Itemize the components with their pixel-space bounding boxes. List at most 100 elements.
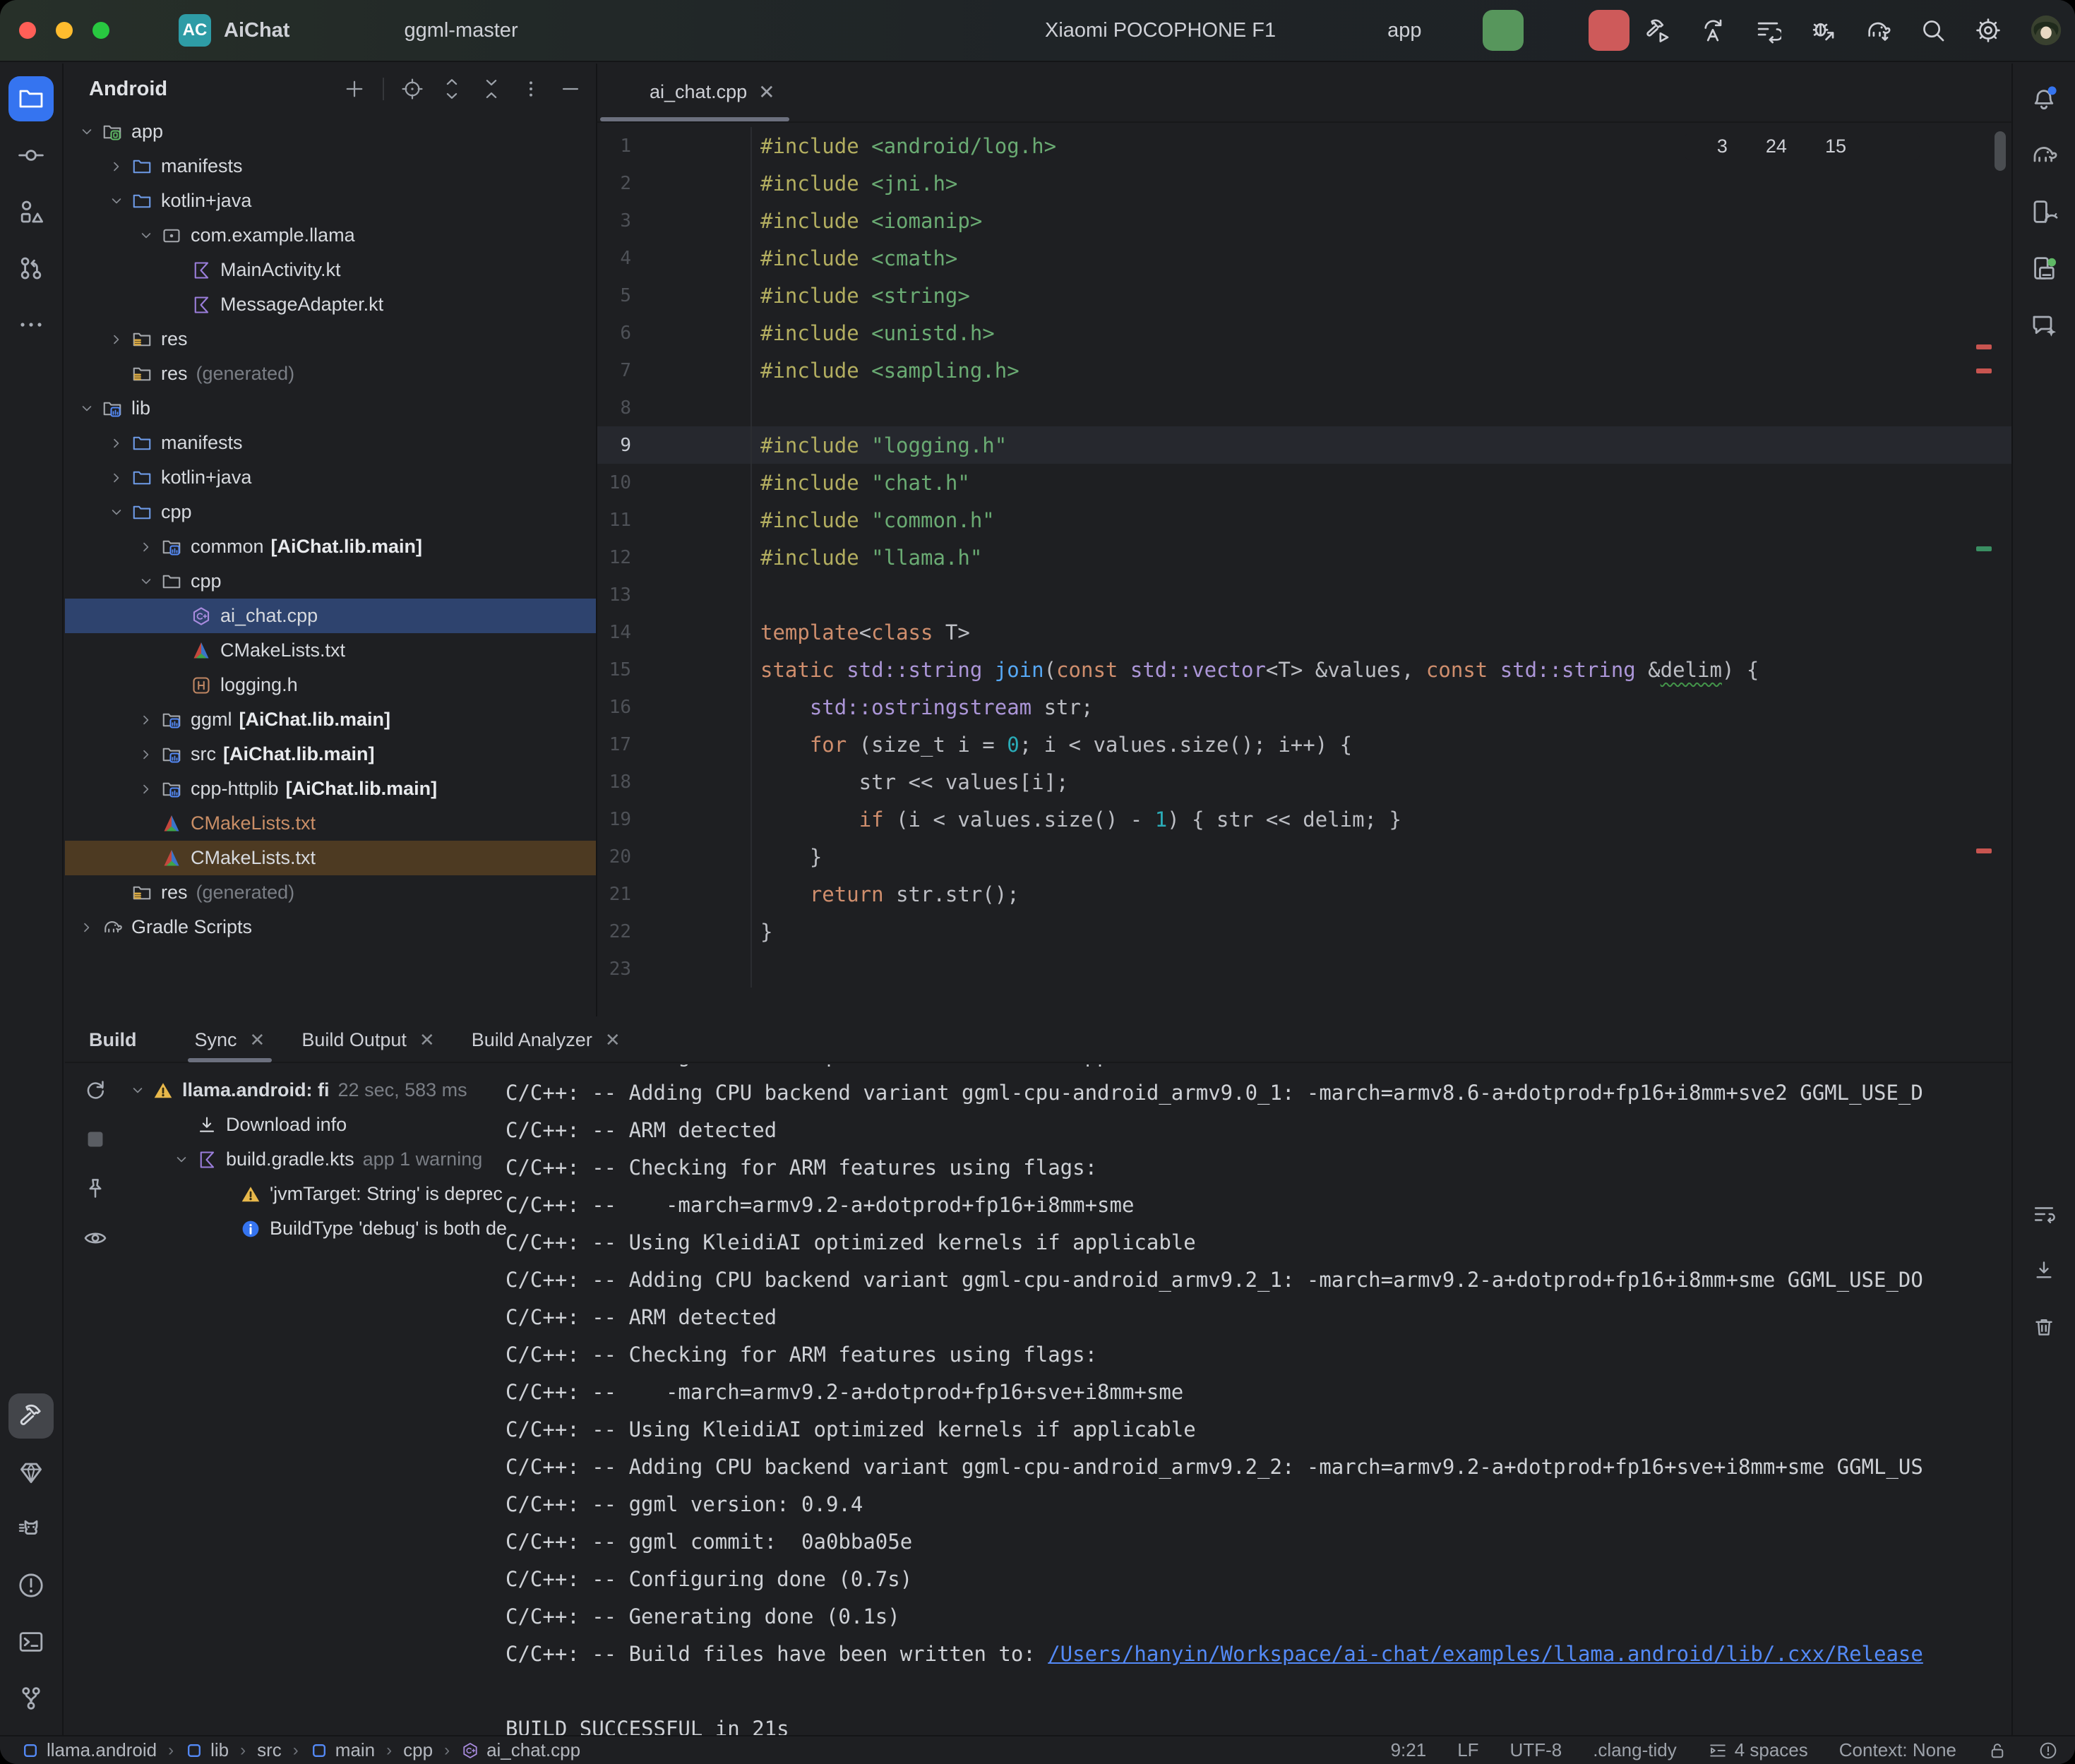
hide-panel-button[interactable]: [559, 78, 582, 100]
chevron-right-icon[interactable]: [76, 919, 97, 936]
code-line-2[interactable]: 2#include <jni.h>: [597, 164, 2011, 202]
tree-item-common[interactable]: common[AiChat.lib.main]: [65, 529, 596, 564]
tool-stripe-gemini[interactable]: [2021, 302, 2067, 347]
code-line-12[interactable]: 12#include "llama.h": [597, 539, 2011, 576]
debug-button[interactable]: [1542, 16, 1570, 44]
build-tab-build-analyzer[interactable]: Build Analyzer✕: [453, 1017, 639, 1062]
tree-item-manifests[interactable]: manifests: [65, 426, 596, 460]
prev-problem-button[interactable]: [1862, 138, 1880, 156]
tool-stripe-scroll-to-end[interactable]: [2021, 1248, 2067, 1293]
collapse-all-button[interactable]: [480, 78, 503, 100]
tool-stripe-structure[interactable]: [8, 189, 54, 234]
avatar[interactable]: [2030, 14, 2062, 47]
minimize-button[interactable]: [56, 22, 73, 39]
tool-stripe-project[interactable]: [8, 76, 54, 121]
close-tab-icon[interactable]: ✕: [419, 1029, 435, 1051]
chevron-down-icon[interactable]: [106, 193, 127, 210]
tool-stripe-build[interactable]: [8, 1393, 54, 1439]
project-selector[interactable]: AiChat: [224, 19, 318, 42]
tool-stripe-pull-requests[interactable]: [8, 246, 54, 291]
code-line-15[interactable]: 15static std::string join(const std::vec…: [597, 651, 2011, 688]
tree-item-res[interactable]: res: [65, 322, 596, 356]
status-context[interactable]: Context: None: [1839, 1739, 1956, 1761]
tree-item-src[interactable]: src[AiChat.lib.main]: [65, 737, 596, 772]
chevron-down-icon[interactable]: [76, 124, 97, 140]
code-line-9[interactable]: 9#include "logging.h": [597, 426, 2011, 464]
chevron-right-icon[interactable]: [136, 712, 157, 728]
chevron-right-icon[interactable]: [136, 781, 157, 798]
code-line-19[interactable]: 19 if (i < values.size() - 1) { str << d…: [597, 800, 2011, 838]
tree-item-cpp[interactable]: cpp: [65, 495, 596, 529]
error-stripe-mark[interactable]: [1976, 344, 1992, 349]
code-line-22[interactable]: 22}: [597, 913, 2011, 950]
tree-item-mainactivity-kt[interactable]: MainActivity.kt: [65, 253, 596, 287]
inspections-widget[interactable]: 3 24 15: [1685, 133, 1920, 160]
build-tab-build-output[interactable]: Build Output✕: [283, 1017, 453, 1062]
tree-item-cpp-httplib[interactable]: cpp-httplib[AiChat.lib.main]: [65, 772, 596, 806]
chevron-right-icon[interactable]: [106, 331, 127, 348]
breadcrumb-llama-android[interactable]: llama.android: [21, 1739, 157, 1761]
tree-item-cmakelists-txt[interactable]: CMakeLists.txt: [65, 841, 596, 875]
tree-item-lib[interactable]: lib: [65, 391, 596, 426]
code-line-18[interactable]: 18 str << values[i];: [597, 763, 2011, 800]
tool-stripe-version-control[interactable]: [8, 1676, 54, 1721]
close-button[interactable]: [19, 22, 36, 39]
code-line-20[interactable]: 20 }: [597, 838, 2011, 875]
breadcrumb-lib[interactable]: lib: [185, 1739, 229, 1761]
apply-changes-button[interactable]: [1699, 17, 1726, 44]
tool-stripe-gradle[interactable]: [2021, 133, 2067, 178]
error-stripe-mark[interactable]: [1976, 848, 1992, 853]
chevron-right-icon[interactable]: [136, 539, 157, 556]
tree-item-messageadapter-kt[interactable]: MessageAdapter.kt: [65, 287, 596, 322]
stripe-mark[interactable]: [1976, 546, 1992, 551]
chevron-down-icon[interactable]: [76, 400, 97, 417]
tool-stripe-logcat[interactable]: [8, 1506, 54, 1552]
code-line-7[interactable]: 7#include <sampling.h>: [597, 352, 2011, 389]
chevron-right-icon[interactable]: [136, 746, 157, 763]
tool-stripe-clear-all[interactable]: [2021, 1304, 2067, 1350]
options-button[interactable]: [520, 78, 542, 100]
chevron-down-icon[interactable]: [136, 227, 157, 244]
code-line-8[interactable]: 8: [597, 389, 2011, 426]
project-view-selector[interactable]: Android: [89, 78, 167, 101]
tree-item-manifests[interactable]: manifests: [65, 149, 596, 184]
chevron-down-icon[interactable]: [106, 504, 127, 521]
close-tab-icon[interactable]: ✕: [758, 80, 775, 104]
build-panel-title[interactable]: Build: [89, 1029, 137, 1051]
code-line-4[interactable]: 4#include <cmath>: [597, 239, 2011, 277]
chevron-right-icon[interactable]: [106, 469, 127, 486]
code-line-23[interactable]: 23: [597, 950, 2011, 988]
chevron-right-icon[interactable]: [106, 435, 127, 452]
status-clang-tidy[interactable]: .clang-tidy: [1593, 1739, 1677, 1761]
close-tab-icon[interactable]: ✕: [250, 1029, 265, 1051]
status-encoding[interactable]: UTF-8: [1510, 1739, 1562, 1761]
code-line-17[interactable]: 17 for (size_t i = 0; i < values.size();…: [597, 726, 2011, 763]
expand-all-button[interactable]: [441, 78, 463, 100]
breadcrumb-src[interactable]: src: [257, 1739, 282, 1761]
settings-button[interactable]: [1975, 17, 2002, 44]
restore-button[interactable]: [1754, 17, 1781, 44]
tree-item-jvmtarget-string-is-deprec[interactable]: 'jvmTarget: String' is deprec: [126, 1177, 535, 1211]
tree-item-download-info[interactable]: Download info: [126, 1108, 535, 1142]
gradle-sync-button[interactable]: [1865, 17, 1891, 44]
editor-scrollbar[interactable]: [1995, 131, 2006, 171]
tool-stripe-terminal[interactable]: [8, 1619, 54, 1664]
code-line-21[interactable]: 21 return str.str();: [597, 875, 2011, 913]
tree-item-res[interactable]: res(generated): [65, 875, 596, 910]
chevron-down-icon[interactable]: [171, 1151, 192, 1168]
code-line-3[interactable]: 3#include <iomanip>: [597, 202, 2011, 239]
tree-item-res[interactable]: res(generated): [65, 356, 596, 391]
breadcrumb-ai-chat-cpp[interactable]: ai_chat.cpp: [461, 1739, 580, 1761]
tool-stripe-device-manager[interactable]: [2021, 189, 2067, 234]
tree-item-cmakelists-txt[interactable]: CMakeLists.txt: [65, 806, 596, 841]
search-button[interactable]: [1920, 17, 1947, 44]
pin-tab-button[interactable]: [83, 1176, 108, 1201]
status-line-ending[interactable]: LF: [1457, 1739, 1478, 1761]
tree-item-gradle-scripts[interactable]: Gradle Scripts: [65, 910, 596, 944]
code-line-13[interactable]: 13: [597, 576, 2011, 613]
code-line-14[interactable]: 14template<class T>: [597, 613, 2011, 651]
code-line-16[interactable]: 16 std::ostringstream str;: [597, 688, 2011, 726]
tool-stripe-problems[interactable]: [8, 1563, 54, 1608]
code-line-11[interactable]: 11#include "common.h": [597, 501, 2011, 539]
chevron-right-icon[interactable]: [106, 158, 127, 175]
